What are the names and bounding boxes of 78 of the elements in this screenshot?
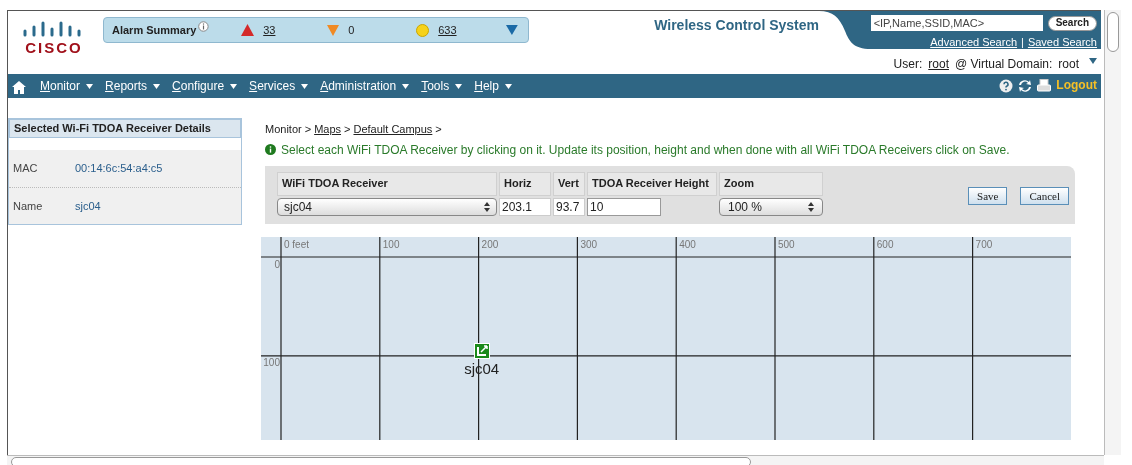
menu-item[interactable]: Reports	[105, 77, 161, 95]
caret-icon	[504, 83, 512, 89]
home-icon[interactable]	[12, 81, 26, 94]
triangle-down-icon	[327, 24, 340, 36]
help-icon[interactable]	[999, 79, 1014, 93]
axis-label: 600	[876, 239, 894, 250]
field-label: MAC	[12, 161, 39, 177]
user-link[interactable]: root	[928, 55, 949, 73]
menu-item[interactable]: Administration	[320, 77, 410, 95]
info-message: Select each WiFi TDOA Receiver by clicking on it. Update its position, height and when done with all WiFi TDOA Receivers click on Save.	[281, 141, 1010, 159]
menu-item[interactable]: Tools	[421, 77, 463, 95]
refresh-icon[interactable]	[1017, 79, 1034, 93]
link-separator: |	[1021, 35, 1024, 50]
axis-label: 200	[481, 239, 499, 250]
alarm-count-link[interactable]: 33	[263, 21, 276, 39]
form-button[interactable]: Save	[968, 186, 1008, 205]
user-label: User:	[893, 56, 923, 73]
dropdown-arrow-icon[interactable]	[1089, 58, 1097, 64]
caret-icon	[301, 83, 309, 89]
menu-item[interactable]: Help	[474, 77, 512, 95]
dropdown-arrow-icon[interactable]	[506, 25, 518, 35]
axis-label: 0 feet	[284, 239, 310, 250]
triangle-up-icon	[241, 24, 255, 36]
panel-title: Selected Wi-Fi TDOA Receiver Details	[9, 119, 241, 138]
zoom-select[interactable]: 100 %	[719, 197, 823, 216]
print-icon[interactable]	[1037, 79, 1052, 93]
axis-label: 500	[778, 239, 795, 250]
breadcrumb-link[interactable]: Maps	[314, 121, 342, 138]
horizontal-scrollbar[interactable]	[7, 455, 1104, 465]
column-header: Vert	[553, 171, 585, 196]
column-header: Horiz	[499, 171, 551, 196]
column-header: Zoom	[719, 171, 823, 196]
alarm-summary-label: Alarm Summary	[112, 22, 197, 38]
axis-label: 100	[262, 358, 280, 369]
app-title: Wireless Control System	[653, 16, 819, 35]
caret-icon	[153, 83, 161, 89]
caret-icon	[230, 83, 238, 89]
axis-label: 400	[679, 239, 696, 250]
breadcrumb-separator: >	[435, 122, 442, 137]
vert-field[interactable]: 93.7	[553, 197, 585, 216]
breadcrumb-separator: >	[344, 122, 351, 137]
axis-label: 100	[382, 239, 400, 250]
circle-icon	[416, 23, 430, 37]
breadcrumb-link[interactable]: Default Campus	[353, 121, 433, 138]
column-header: WiFi TDOA Receiver	[277, 171, 497, 196]
caret-icon	[455, 83, 463, 89]
axis-label: 700	[975, 239, 993, 250]
breadcrumb-text: Monitor	[265, 122, 302, 137]
advanced-search-link[interactable]: Advanced Search	[930, 34, 1018, 51]
receiver-select[interactable]: sjc04	[277, 197, 497, 216]
vertical-scrollbar[interactable]	[1104, 10, 1121, 455]
domain-value: root	[1058, 56, 1079, 73]
axis-label: 300	[580, 239, 598, 250]
menu-item[interactable]: Configure	[172, 77, 238, 95]
caret-icon	[86, 83, 94, 89]
form-button[interactable]: Cancel	[1020, 186, 1069, 205]
field-value: sjc04	[75, 198, 101, 214]
field-value: 00:14:6c:54:a4:c5	[75, 161, 163, 177]
select-arrows-icon	[484, 201, 490, 212]
horiz-field[interactable]: 203.1	[499, 197, 551, 216]
info-icon	[265, 144, 276, 155]
breadcrumb-separator: >	[304, 122, 312, 137]
logout-link[interactable]: Logout	[1056, 75, 1097, 94]
field-label: Name	[12, 198, 44, 214]
select-arrows-icon	[808, 201, 814, 212]
alarm-count: 0	[348, 22, 355, 38]
alarm-count-link[interactable]: 633	[438, 21, 457, 39]
axis-label: 0	[273, 259, 280, 270]
logo-text: CISCO	[25, 40, 83, 55]
column-header: TDOA Receiver Height	[587, 171, 717, 196]
height-field[interactable]: 10	[587, 197, 661, 216]
search-field[interactable]: <IP,Name,SSID,MAC>	[870, 15, 1043, 31]
menu-item[interactable]: Services	[249, 77, 309, 95]
saved-search-link[interactable]: Saved Search	[1027, 34, 1097, 51]
menu-item[interactable]: Monitor	[40, 77, 94, 95]
domain-label: @ Virtual Domain:	[954, 56, 1053, 73]
info-icon	[198, 20, 210, 32]
caret-icon	[402, 83, 410, 89]
